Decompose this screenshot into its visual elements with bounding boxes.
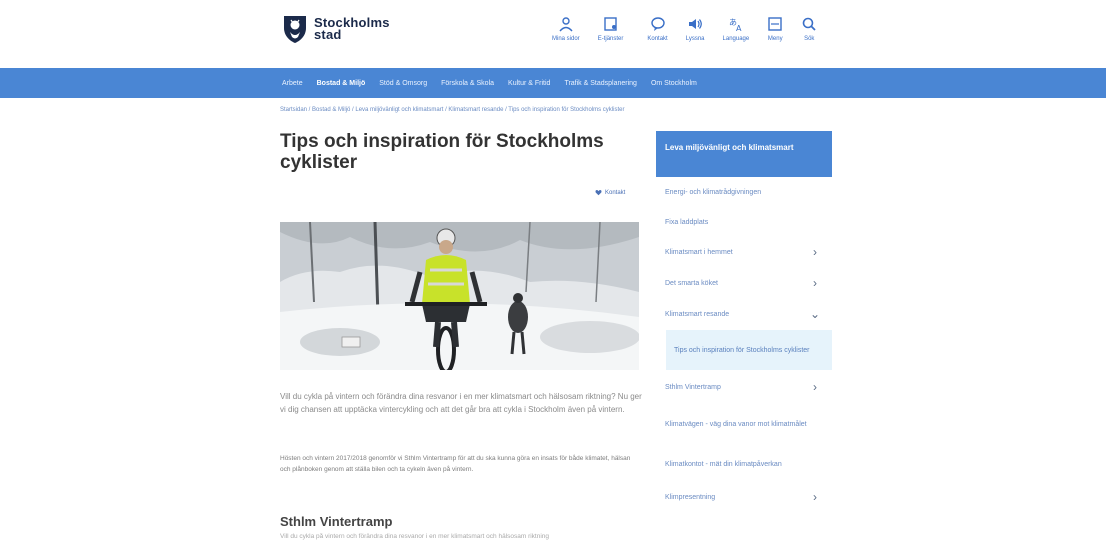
shield-icon — [284, 16, 306, 43]
sidebar-navigation: Leva miljövänligt och klimatsmart Energi… — [656, 131, 832, 510]
sidebar-item-laddplats[interactable]: Fixa laddplats — [656, 207, 832, 237]
nav-item-om-stockholm[interactable]: Om Stockholm — [651, 80, 697, 87]
main-navigation: Arbete Bostad & Miljö Stöd & Omsorg Förs… — [0, 68, 1106, 98]
nav-item-bostad-miljo[interactable]: Bostad & Miljö — [317, 80, 366, 87]
kontakt-button[interactable]: Kontakt — [647, 16, 668, 42]
chevron-right-icon: › — [813, 276, 817, 290]
section-text-cut: Vill du cykla på vintern och förändra di… — [280, 533, 550, 540]
chat-icon — [650, 17, 665, 31]
sidebar-item-vintertramp[interactable]: Sthlm Vintertramp › — [656, 370, 832, 404]
mina-sidor-button[interactable]: Mina sidor — [552, 16, 580, 42]
menu-icon — [768, 17, 782, 31]
sok-label: Sök — [804, 36, 815, 42]
sidebar-item-label: Sthlm Vintertramp — [665, 383, 721, 391]
sidebar-item-klimatkontot[interactable]: Klimatkontot - mät din klimatpåverkan — [656, 444, 832, 484]
language-icon: あA — [729, 18, 742, 32]
stockholm-logo[interactable]: Stockholms stad — [282, 14, 390, 44]
hero-image — [280, 222, 639, 370]
nav-item-arbete[interactable]: Arbete — [282, 80, 303, 87]
sidebar-item-energi[interactable]: Energi- och klimatrådgivningen — [656, 177, 832, 207]
sidebar-header[interactable]: Leva miljövänligt och klimatsmart — [656, 131, 832, 177]
nav-item-kultur-fritid[interactable]: Kultur & Fritid — [508, 80, 550, 87]
sidebar-item-label: Tips och inspiration för Stockholms cykl… — [674, 346, 810, 354]
sidebar-item-label: Klimatsmart resande — [665, 311, 730, 318]
language-button[interactable]: あA Language — [723, 16, 750, 42]
contact-link-label: Kontakt — [605, 189, 626, 196]
chevron-right-icon: › — [813, 489, 817, 504]
intro-paragraph: Vill du cykla på vintern och förändra di… — [280, 392, 642, 414]
sidebar-item-label: Fixa laddplats — [665, 218, 709, 226]
svg-text:A: A — [736, 24, 742, 32]
language-label: Language — [722, 36, 750, 42]
sidebar-item-label: Klimpresentning — [665, 493, 716, 501]
e-tjanster-label: E-tjänster — [597, 36, 624, 42]
header-actions: Mina sidor E-tjänster Kontakt Lyssna あA … — [552, 16, 835, 42]
search-icon — [802, 17, 816, 31]
sidebar-item-koket[interactable]: Det smarta köket › — [656, 268, 832, 299]
sidebar-item-label: Energi- och klimatrådgivningen — [665, 188, 762, 196]
chevron-right-icon: › — [813, 245, 817, 259]
document-icon — [603, 17, 617, 31]
kontakt-label: Kontakt — [647, 36, 668, 42]
sidebar-item-label: Det smarta köket — [665, 280, 718, 287]
heart-icon — [595, 190, 602, 196]
contact-link[interactable]: Kontakt — [595, 189, 625, 196]
breadcrumb[interactable]: Startsidan / Bostad & Miljö / Leva miljö… — [280, 107, 624, 113]
person-icon — [559, 17, 573, 32]
meny-label: Meny — [767, 36, 783, 42]
mina-sidor-label: Mina sidor — [552, 36, 580, 42]
nav-item-trafik[interactable]: Trafik & Stadsplanering — [564, 80, 637, 87]
logo-line2: stad — [314, 27, 342, 42]
e-tjanster-button[interactable]: E-tjänster — [597, 16, 624, 42]
lyssna-button[interactable]: Lyssna — [686, 16, 705, 42]
sidebar-item-klimpresentning[interactable]: Klimpresentning › — [656, 484, 832, 510]
lyssna-label: Lyssna — [685, 36, 705, 42]
winter-cyclist-illustration — [280, 222, 639, 370]
nav-item-forskola-skola[interactable]: Förskola & Skola — [441, 80, 494, 87]
chevron-down-icon: ⌄ — [810, 307, 821, 321]
sidebar-item-label: Klimatsmart i hemmet — [665, 249, 733, 256]
site-header: Stockholms stad Mina sidor E-tjänster Ko… — [0, 0, 1106, 68]
section-heading: Sthlm Vintertramp — [280, 514, 393, 529]
sidebar-item-label: Klimatkontot - mät din klimatpåverkan — [665, 460, 782, 468]
meny-button[interactable]: Meny — [767, 16, 783, 42]
chevron-right-icon: › — [813, 379, 817, 394]
speaker-icon — [689, 19, 702, 29]
sidebar-item-klimatvagen[interactable]: Klimatvägen - väg dina vanor mot klimatm… — [656, 404, 832, 444]
sidebar-item-label: Klimatvägen - väg dina vanor mot klimatm… — [665, 420, 807, 428]
nav-item-stod-omsorg[interactable]: Stöd & Omsorg — [379, 80, 427, 87]
sidebar-item-hemmet[interactable]: Klimatsmart i hemmet › — [656, 237, 832, 268]
sidebar-item-resande[interactable]: Klimatsmart resande ⌄ — [656, 299, 832, 330]
sok-button[interactable]: Sök — [801, 16, 817, 42]
body-paragraph: Hösten och vintern 2017/2018 genomför vi… — [280, 455, 631, 473]
sidebar-item-tips-current[interactable]: Tips och inspiration för Stockholms cykl… — [666, 330, 832, 370]
page-title: Tips och inspiration för Stockholms cykl… — [280, 131, 604, 173]
